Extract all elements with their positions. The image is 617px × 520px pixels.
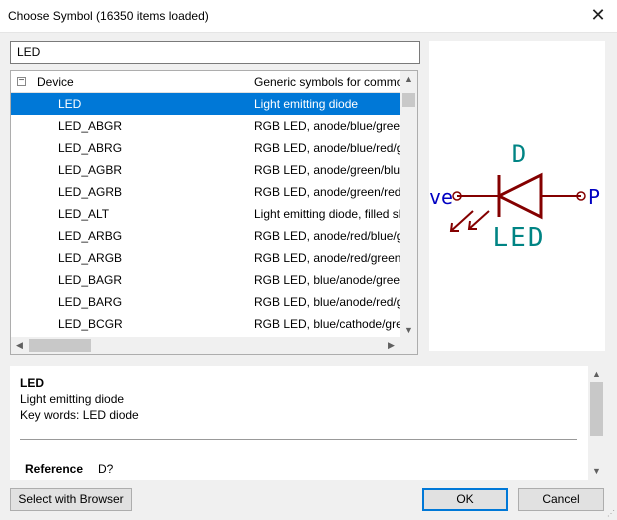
tree-horizontal-scrollbar[interactable]: ◀ ▶ (11, 337, 417, 354)
symbol-description: Light emitting diode (254, 97, 359, 111)
cancel-button[interactable]: Cancel (518, 488, 604, 511)
tree-row[interactable]: LED_AGBR RGB LED, anode/green/blue/red (11, 159, 402, 181)
details-scrollbar[interactable]: ▲ ▼ (588, 366, 605, 480)
preview-value: LED (493, 223, 546, 253)
symbol-name: LED_ABRG (58, 141, 123, 155)
tree-group-row[interactable]: − Device Generic symbols for common devi… (11, 71, 402, 93)
preview-pin-right: P (588, 185, 600, 209)
symbol-name: LED_ALT (58, 207, 110, 221)
symbol-tree[interactable]: − Device Generic symbols for common devi… (10, 70, 418, 355)
preview-ref: D (512, 140, 526, 168)
details-scroll-up-icon[interactable]: ▲ (588, 366, 605, 383)
symbol-description: RGB LED, blue/anode/red/green (254, 295, 402, 309)
resize-grip-icon[interactable]: ⋰ (607, 509, 615, 518)
symbol-name: LED_AGRB (58, 185, 123, 199)
symbol-description: RGB LED, blue/anode/green/red (254, 273, 402, 287)
tree-row[interactable]: LED Light emitting diode (11, 93, 401, 115)
symbol-description: RGB LED, anode/blue/green/red (254, 119, 402, 133)
symbol-name: LED_AGBR (58, 163, 123, 177)
symbol-name: LED_BCGR (58, 317, 123, 331)
symbol-description: RGB LED, anode/red/green/blue (254, 251, 402, 265)
tree-row[interactable]: LED_ABRG RGB LED, anode/blue/red/green (11, 137, 402, 159)
collapse-icon[interactable]: − (17, 76, 26, 86)
details-scroll-down-icon[interactable]: ▼ (588, 463, 605, 480)
tree-row[interactable]: LED_ARBG RGB LED, anode/red/blue/green (11, 225, 402, 247)
details-symbol-name: LED (20, 376, 44, 390)
select-with-browser-button[interactable]: Select with Browser (10, 488, 132, 511)
tree-row[interactable]: LED_BCGR RGB LED, blue/cathode/green/red (11, 313, 402, 335)
symbol-name: LED_ARBG (58, 229, 123, 243)
details-scroll-thumb[interactable] (590, 382, 603, 436)
symbol-description: RGB LED, anode/red/blue/green (254, 229, 402, 243)
symbol-description: RGB LED, anode/green/blue/red (254, 163, 402, 177)
tree-vertical-scrollbar[interactable]: ▲ ▼ (400, 71, 417, 339)
title-bar: Choose Symbol (16350 items loaded) ✕ (0, 0, 617, 33)
details-reference-value: D? (98, 462, 114, 476)
tree-row[interactable]: LED_BARG RGB LED, blue/anode/red/green (11, 291, 402, 313)
tree-row[interactable]: LED_ALT Light emitting diode, filled shap… (11, 203, 402, 225)
filter-input[interactable]: LED (10, 41, 420, 64)
scroll-up-icon[interactable]: ▲ (400, 71, 417, 88)
symbol-name: LED_BAGR (58, 273, 123, 287)
symbol-description: Light emitting diode, filled shape (254, 207, 402, 221)
group-description: Generic symbols for common devices (254, 75, 402, 89)
details-keywords: Key words: LED diode (20, 408, 139, 422)
close-icon[interactable]: ✕ (587, 4, 609, 26)
symbol-description: RGB LED, blue/cathode/green/red (254, 317, 402, 331)
scroll-right-icon[interactable]: ▶ (383, 337, 400, 354)
preview-pin-left: ve (429, 185, 453, 209)
tree-row[interactable]: LED_ABGR RGB LED, anode/blue/green/red (11, 115, 402, 137)
symbol-preview: D LED ve P (429, 41, 605, 351)
ok-button[interactable]: OK (422, 488, 508, 511)
details-reference-label: Reference (25, 462, 84, 476)
tree-row[interactable]: LED_ARGB RGB LED, anode/red/green/blue (11, 247, 402, 269)
details-divider (20, 439, 577, 440)
details-panel: LED Light emitting diode Key words: LED … (10, 366, 605, 480)
window-title: Choose Symbol (16350 items loaded) (8, 9, 209, 23)
hscroll-thumb[interactable] (29, 339, 91, 352)
tree-row[interactable]: LED_BAGR RGB LED, blue/anode/green/red (11, 269, 402, 291)
symbol-description: RGB LED, anode/blue/red/green (254, 141, 402, 155)
scroll-thumb[interactable] (402, 93, 415, 107)
group-name: Device (37, 75, 74, 89)
symbol-description: RGB LED, anode/green/red/blue (254, 185, 402, 199)
symbol-name: LED_ARGB (58, 251, 123, 265)
symbol-name: LED_BARG (58, 295, 123, 309)
symbol-name: LED (58, 97, 82, 111)
details-description: Light emitting diode (20, 392, 125, 406)
scroll-left-icon[interactable]: ◀ (11, 337, 28, 354)
led-symbol-graphic: D LED ve P (429, 140, 600, 253)
symbol-name: LED_ABGR (58, 119, 123, 133)
tree-row[interactable]: LED_AGRB RGB LED, anode/green/red/blue (11, 181, 402, 203)
